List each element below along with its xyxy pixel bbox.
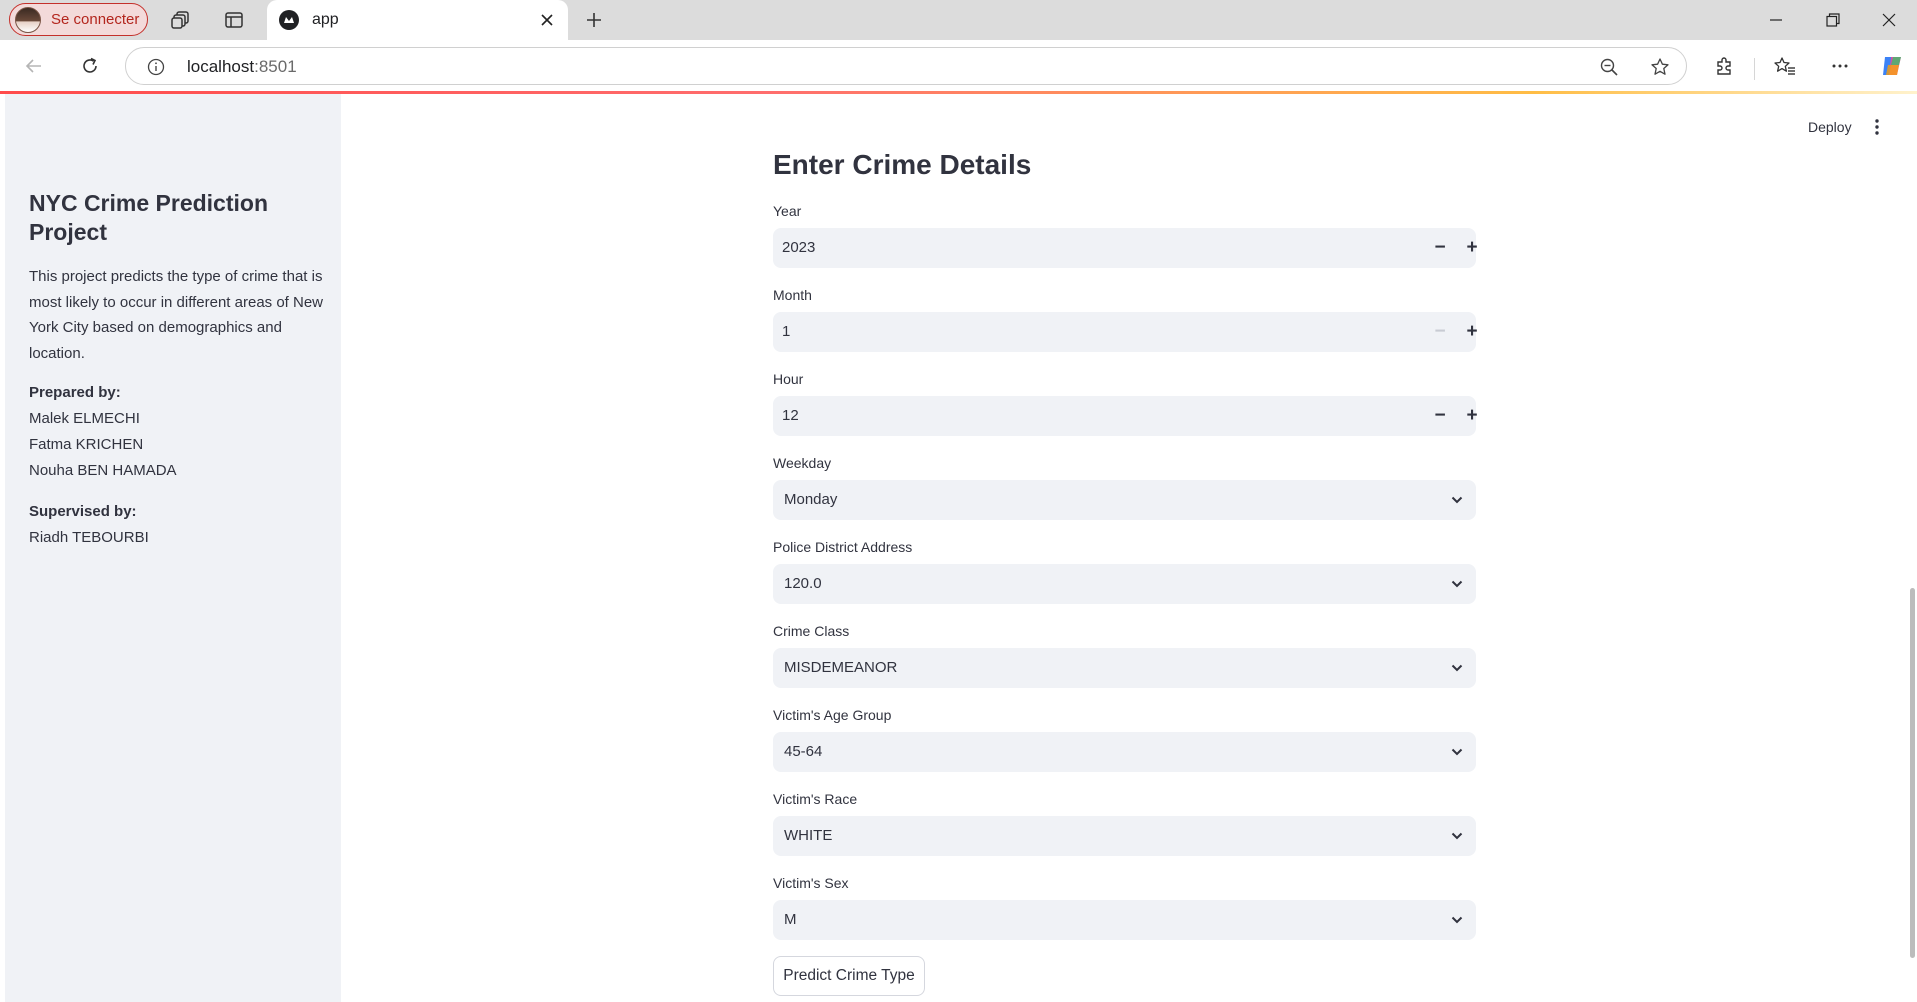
more-options-icon[interactable]	[1822, 48, 1858, 84]
sidebar-description: This project predicts the type of crime …	[29, 268, 324, 362]
profile-label: Se connecter	[51, 11, 140, 28]
scrollbar-thumb[interactable]	[1910, 588, 1915, 958]
close-window-icon[interactable]	[1861, 0, 1917, 40]
police-district-value: 120.0	[784, 575, 822, 592]
year-increment-button[interactable]: +	[1459, 235, 1485, 261]
weekday-label: Weekday	[773, 455, 832, 471]
supervisor-name: Riadh TEBOURBI	[29, 529, 149, 546]
url-text: localhost:8501	[187, 57, 297, 77]
victim-age-group-label: Victim's Age Group	[773, 707, 892, 723]
victim-race-select[interactable]: WHITE	[773, 816, 1476, 856]
victim-sex-label: Victim's Sex	[773, 875, 849, 891]
url-host: localhost	[187, 57, 255, 76]
tab-close-icon[interactable]	[536, 9, 558, 31]
back-icon[interactable]	[16, 48, 52, 84]
predict-crime-type-button[interactable]: Predict Crime Type	[773, 956, 925, 996]
streamlit-favicon-icon	[279, 10, 299, 30]
police-district-select[interactable]: 120.0	[773, 564, 1476, 604]
author-name: Malek ELMECHI	[29, 410, 140, 427]
refresh-icon[interactable]	[72, 48, 108, 84]
month-decrement-button[interactable]: −	[1427, 319, 1453, 345]
year-decrement-button[interactable]: −	[1427, 235, 1453, 261]
year-input[interactable]: 2023 − +	[773, 228, 1478, 268]
author-name: Fatma KRICHEN	[29, 436, 144, 453]
victim-age-group-value: 45-64	[784, 743, 823, 760]
chevron-down-icon	[1451, 664, 1463, 672]
victim-age-group-select[interactable]: 45-64	[773, 732, 1476, 772]
main-menu-icon[interactable]	[1866, 116, 1888, 138]
workspaces-icon[interactable]	[163, 2, 199, 38]
minimize-icon[interactable]	[1748, 0, 1804, 40]
hour-value: 12	[782, 407, 799, 424]
sidebar: NYC Crime Prediction Project This projec…	[5, 94, 341, 1002]
chevron-down-icon	[1451, 496, 1463, 504]
chevron-down-icon	[1451, 832, 1463, 840]
weekday-value: Monday	[784, 491, 838, 508]
tab-title: app	[312, 11, 339, 28]
victim-race-value: WHITE	[784, 827, 833, 844]
crime-class-value: MISDEMEANOR	[784, 659, 898, 676]
chevron-down-icon	[1451, 748, 1463, 756]
month-input[interactable]: 1 − +	[773, 312, 1478, 352]
prepared-by-label: Prepared by:	[29, 384, 121, 401]
month-label: Month	[773, 287, 812, 303]
site-info-icon[interactable]	[142, 53, 170, 81]
zoom-out-icon[interactable]	[1595, 53, 1623, 81]
favorite-star-icon[interactable]	[1646, 53, 1674, 81]
browser-tab-bar: Se connecter app	[0, 0, 1917, 40]
profile-button[interactable]: Se connecter	[9, 3, 148, 36]
author-name: Nouha BEN HAMADA	[29, 462, 177, 479]
supervised-by-label: Supervised by:	[29, 503, 137, 520]
hour-increment-button[interactable]: +	[1459, 403, 1485, 429]
police-district-label: Police District Address	[773, 539, 913, 555]
tab-app[interactable]: app	[267, 0, 568, 40]
crime-class-label: Crime Class	[773, 623, 850, 639]
copilot-icon[interactable]	[1874, 48, 1910, 84]
victim-sex-value: M	[784, 911, 797, 928]
chevron-down-icon	[1451, 916, 1463, 924]
toolbar-separator	[1754, 58, 1755, 80]
sidebar-title: NYC Crime Prediction Project	[29, 190, 268, 245]
url-port: :8501	[254, 57, 297, 76]
browser-toolbar: localhost:8501	[0, 40, 1917, 92]
hour-label: Hour	[773, 371, 804, 387]
extensions-icon[interactable]	[1706, 48, 1742, 84]
hour-decrement-button[interactable]: −	[1427, 403, 1453, 429]
favorites-icon[interactable]	[1767, 48, 1803, 84]
year-value: 2023	[782, 239, 816, 256]
tab-actions-icon[interactable]	[216, 2, 252, 38]
chevron-down-icon	[1451, 580, 1463, 588]
victim-race-label: Victim's Race	[773, 791, 858, 807]
form-title: Enter Crime Details	[773, 149, 1032, 180]
crime-class-select[interactable]: MISDEMEANOR	[773, 648, 1476, 688]
hour-input[interactable]: 12 − +	[773, 396, 1478, 436]
year-label: Year	[773, 203, 802, 219]
address-bar[interactable]: localhost:8501	[125, 47, 1687, 85]
deploy-button[interactable]: Deploy	[1808, 119, 1852, 135]
new-tab-icon[interactable]	[578, 4, 610, 36]
weekday-select[interactable]: Monday	[773, 480, 1476, 520]
victim-sex-select[interactable]: M	[773, 900, 1476, 940]
month-increment-button[interactable]: +	[1459, 319, 1485, 345]
avatar	[15, 6, 41, 33]
month-value: 1	[782, 323, 791, 340]
restore-icon[interactable]	[1805, 0, 1861, 40]
